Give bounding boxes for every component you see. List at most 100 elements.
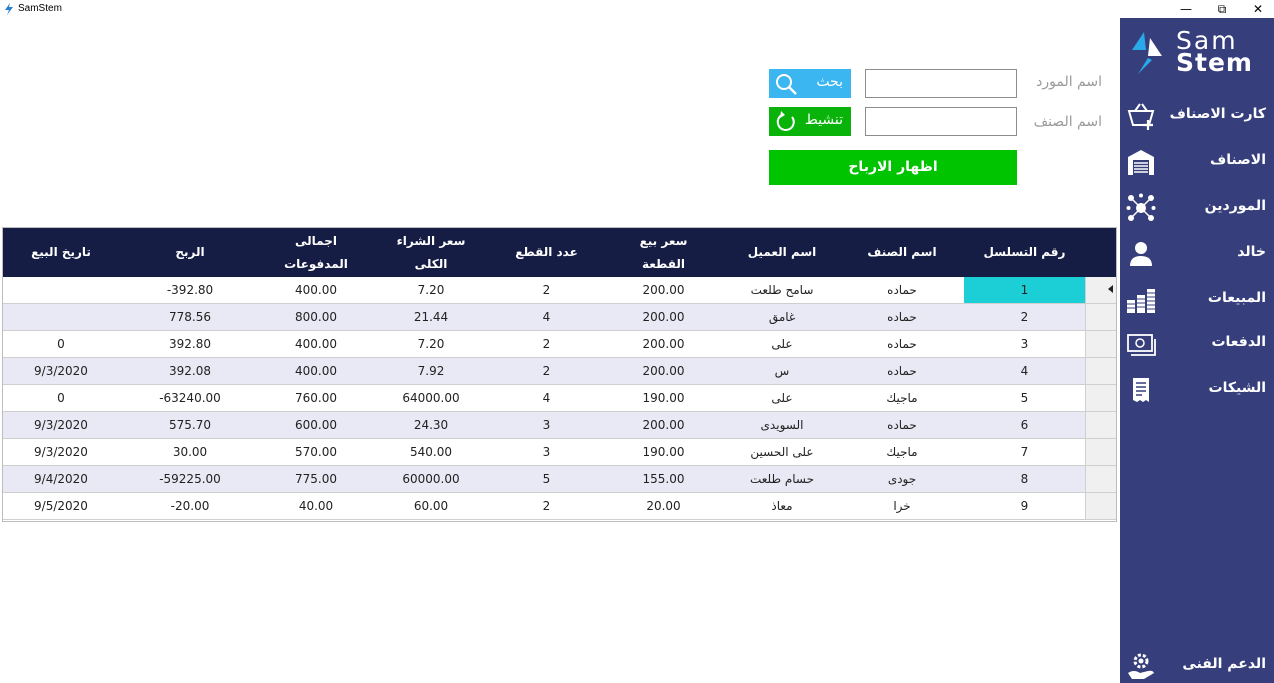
table-cell[interactable]: 4 xyxy=(488,385,605,411)
table-cell[interactable]: 7.20 xyxy=(374,331,488,357)
table-cell[interactable]: س xyxy=(722,358,842,384)
table-cell[interactable]: 392.80 xyxy=(122,331,258,357)
close-button[interactable]: ✕ xyxy=(1240,0,1274,18)
table-cell[interactable]: 570.00 xyxy=(258,439,374,465)
table-row[interactable]: 1 حماده سامح طلعت 200.00 2 7.20 400.00 392.80- xyxy=(2,277,1117,304)
table-cell[interactable]: 30.00 xyxy=(122,439,258,465)
table-cell[interactable]: 3 xyxy=(964,331,1085,357)
table-cell[interactable]: 190.00 xyxy=(605,385,722,411)
table-cell[interactable]: 200.00 xyxy=(605,304,722,330)
row-header[interactable] xyxy=(1085,277,1117,303)
table-cell[interactable]: 3 xyxy=(488,439,605,465)
table-cell[interactable]: 9/4/2020 xyxy=(2,466,120,492)
column-header[interactable]: رقم التسلسل xyxy=(964,227,1085,277)
table-row[interactable]: 3 حماده على 200.00 2 7.20 400.00 392.80 0 xyxy=(2,331,1117,358)
table-cell[interactable]: 600.00 xyxy=(258,412,374,438)
table-cell[interactable]: خرا xyxy=(842,493,962,519)
table-cell[interactable]: 9/5/2020 xyxy=(2,493,120,519)
table-cell[interactable]: 20.00- xyxy=(122,493,258,519)
column-header[interactable]: عدد القطع xyxy=(488,227,605,277)
table-cell[interactable]: 800.00 xyxy=(258,304,374,330)
row-header[interactable] xyxy=(1085,304,1117,330)
table-cell[interactable]: 392.08 xyxy=(122,358,258,384)
row-header[interactable] xyxy=(1085,412,1117,438)
table-cell[interactable]: 4 xyxy=(488,304,605,330)
table-row[interactable]: 7 ماجيك على الحسين 190.00 3 540.00 570.00 30.00… xyxy=(2,439,1117,466)
row-header[interactable] xyxy=(1085,493,1117,519)
column-header[interactable]: اسم الصنف xyxy=(842,227,962,277)
table-cell[interactable]: على xyxy=(722,331,842,357)
table-cell[interactable]: 59225.00- xyxy=(122,466,258,492)
table-cell[interactable]: 190.00 xyxy=(605,439,722,465)
table-cell[interactable] xyxy=(2,277,120,303)
sidebar-item-support[interactable]: الدعم الفنى xyxy=(1120,646,1274,683)
table-cell[interactable]: 5 xyxy=(488,466,605,492)
show-profits-button[interactable]: اظهار الارباح xyxy=(769,150,1017,185)
table-cell[interactable]: حماده xyxy=(842,331,962,357)
table-cell[interactable]: 24.30 xyxy=(374,412,488,438)
row-header[interactable] xyxy=(1085,358,1117,384)
table-cell[interactable]: على xyxy=(722,385,842,411)
table-cell[interactable]: 9/3/2020 xyxy=(2,412,120,438)
table-cell[interactable]: 540.00 xyxy=(374,439,488,465)
table-cell[interactable]: 40.00 xyxy=(258,493,374,519)
minimize-button[interactable]: — xyxy=(1168,0,1204,18)
table-cell[interactable]: 6 xyxy=(964,412,1085,438)
table-cell[interactable]: حماده xyxy=(842,412,962,438)
table-cell[interactable]: 60000.00 xyxy=(374,466,488,492)
table-cell[interactable]: 0 xyxy=(2,331,120,357)
table-cell[interactable]: حسام طلعت xyxy=(722,466,842,492)
row-header[interactable] xyxy=(1085,385,1117,411)
table-cell[interactable]: 9 xyxy=(964,493,1085,519)
table-cell[interactable]: حماده xyxy=(842,304,962,330)
column-header[interactable]: اجمالى المدفوعات xyxy=(258,227,374,277)
search-button[interactable]: بحث xyxy=(769,69,851,98)
table-cell[interactable]: 64000.00 xyxy=(374,385,488,411)
table-cell[interactable]: 400.00 xyxy=(258,277,374,303)
sidebar-item-user[interactable]: خالد xyxy=(1120,234,1274,274)
table-cell[interactable]: 392.80- xyxy=(122,277,258,303)
table-cell[interactable]: 9/3/2020 xyxy=(2,439,120,465)
table-cell[interactable]: 8 xyxy=(964,466,1085,492)
table-cell[interactable]: 7 xyxy=(964,439,1085,465)
sidebar-item-items-card[interactable]: كارت الاصناف xyxy=(1120,96,1274,136)
table-cell[interactable]: 2 xyxy=(488,331,605,357)
table-cell[interactable]: سامح طلعت xyxy=(722,277,842,303)
table-cell[interactable] xyxy=(2,304,120,330)
table-cell[interactable]: 2 xyxy=(488,277,605,303)
table-cell[interactable]: 20.00 xyxy=(605,493,722,519)
table-row[interactable]: 6 حماده السويدى 200.00 3 24.30 600.00 575.70 9/3… xyxy=(2,412,1117,439)
table-cell[interactable]: حماده xyxy=(842,358,962,384)
table-cell[interactable]: ماجيك xyxy=(842,385,962,411)
table-cell[interactable]: 0 xyxy=(2,385,120,411)
table-cell[interactable]: 9/3/2020 xyxy=(2,358,120,384)
table-cell[interactable]: 200.00 xyxy=(605,277,722,303)
table-cell[interactable]: 3 xyxy=(488,412,605,438)
table-row[interactable]: 8 جودى حسام طلعت 155.00 5 60000.00 775.00 59225… xyxy=(2,466,1117,493)
table-cell[interactable]: على الحسين xyxy=(722,439,842,465)
sidebar-item-suppliers[interactable]: الموردين xyxy=(1120,188,1274,228)
table-cell[interactable]: 575.70 xyxy=(122,412,258,438)
row-header[interactable] xyxy=(1085,466,1117,492)
table-cell[interactable]: 21.44 xyxy=(374,304,488,330)
restore-button[interactable]: ⧉ xyxy=(1204,0,1240,18)
table-cell[interactable]: 200.00 xyxy=(605,412,722,438)
table-cell[interactable]: جودى xyxy=(842,466,962,492)
column-header[interactable]: الربح xyxy=(122,227,258,277)
row-header[interactable] xyxy=(1085,439,1117,465)
sidebar-item-items[interactable]: الاصناف xyxy=(1120,142,1274,182)
column-header[interactable]: سعر بيع القطعة xyxy=(605,227,722,277)
row-header[interactable] xyxy=(1085,331,1117,357)
table-cell[interactable]: 4 xyxy=(964,358,1085,384)
table-cell[interactable]: 5 xyxy=(964,385,1085,411)
table-cell[interactable]: 775.00 xyxy=(258,466,374,492)
table-cell[interactable]: حماده xyxy=(842,277,962,303)
table-cell[interactable]: 155.00 xyxy=(605,466,722,492)
table-cell[interactable]: 778.56 xyxy=(122,304,258,330)
item-name-input[interactable] xyxy=(865,107,1017,136)
table-cell[interactable]: 7.92 xyxy=(374,358,488,384)
table-row[interactable]: 9 خرا معاذ 20.00 2 60.00 40.00 20.00- 9/5/2020 xyxy=(2,493,1117,520)
table-cell[interactable]: السويدى xyxy=(722,412,842,438)
table-cell[interactable]: 760.00 xyxy=(258,385,374,411)
table-cell[interactable]: غامق xyxy=(722,304,842,330)
